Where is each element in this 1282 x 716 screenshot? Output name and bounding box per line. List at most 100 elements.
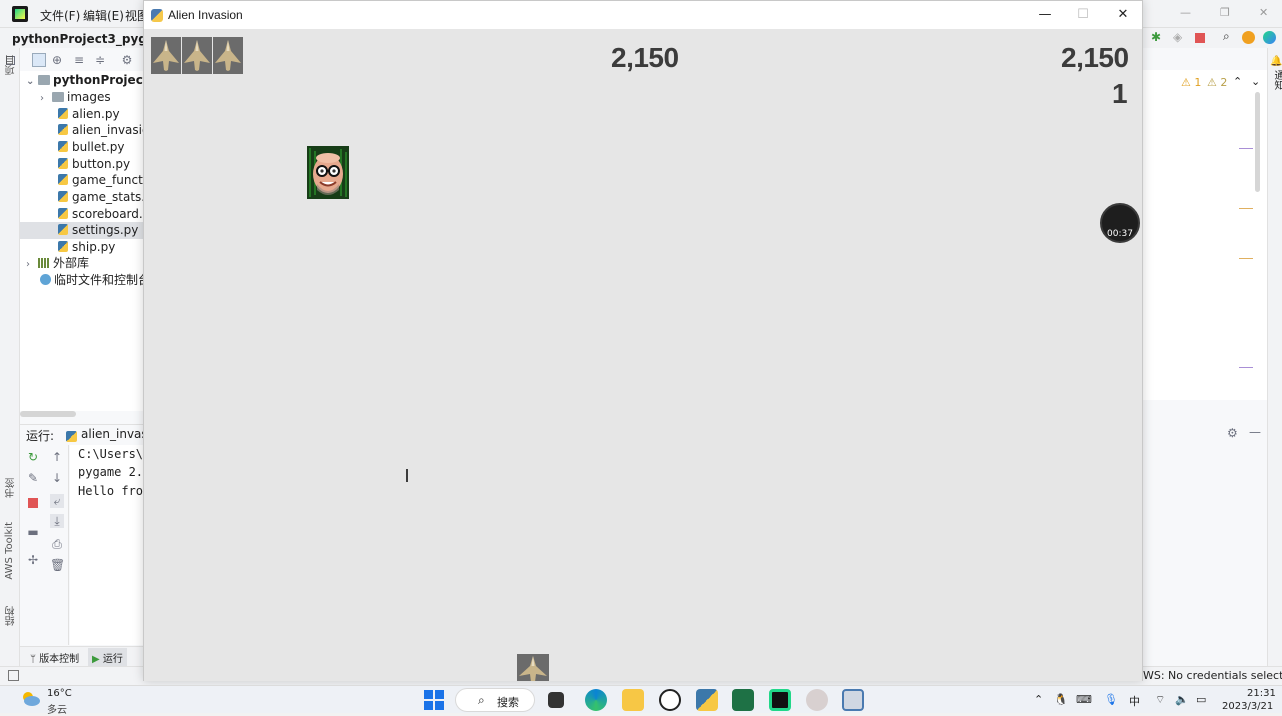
task-view-icon[interactable] — [548, 692, 564, 708]
select-opened-icon[interactable] — [32, 53, 46, 67]
hide-panel-icon[interactable]: — — [1249, 425, 1261, 439]
prev-highlight-icon[interactable]: ⌃ — [1233, 75, 1242, 88]
wifi-icon[interactable]: ⌔ — [1155, 693, 1165, 707]
arrow-down-icon[interactable]: ↓ — [50, 471, 64, 485]
pin-icon[interactable]: ✢ — [26, 553, 40, 567]
ide-close-icon[interactable]: ✕ — [1259, 6, 1268, 19]
battery-icon[interactable]: ▭ — [1196, 693, 1206, 706]
tree-item-game-functions-py[interactable]: game_function — [20, 172, 144, 189]
folder-icon — [52, 92, 64, 102]
tree-item-game-stats-py[interactable]: game_stats.py — [20, 189, 144, 206]
tree-item-ship-py[interactable]: ship.py — [20, 239, 144, 256]
update-icon[interactable] — [1242, 31, 1255, 44]
input-method-indicator[interactable]: 中 — [1129, 693, 1140, 709]
next-highlight-icon[interactable]: ⌄ — [1251, 75, 1260, 88]
windows-start-icon[interactable] — [423, 689, 445, 711]
excel-icon[interactable] — [732, 689, 754, 711]
qq-icon[interactable]: 🐧 — [1054, 693, 1068, 706]
warnings-indicator[interactable]: ⚠ 1 — [1181, 76, 1201, 89]
pycharm-taskbar-icon[interactable] — [769, 689, 791, 711]
tree-item-bullet-py[interactable]: bullet.py — [20, 139, 144, 156]
clock-time[interactable]: 21:31 — [1247, 688, 1276, 699]
tool-label-notifications[interactable]: 通知 — [1270, 70, 1282, 90]
tree-item-external-libs[interactable]: › 外部库 — [20, 255, 144, 272]
tree-item-button-py[interactable]: button.py — [20, 156, 144, 173]
edge-browser-icon[interactable] — [585, 689, 607, 711]
python-app-icon[interactable] — [696, 689, 718, 711]
rerun-icon[interactable]: ↻ — [26, 450, 40, 464]
tool-label-project[interactable]: 项目 — [4, 55, 19, 75]
editor-scrollbar[interactable] — [1255, 92, 1260, 192]
plugin-icon[interactable] — [1263, 31, 1276, 44]
locate-icon[interactable]: ⊕ — [50, 53, 64, 67]
run-toolbar-secondary: ↑ ↓ ⤶ ⤓ ⎙ 🗑 — [45, 445, 69, 645]
tree-item-scoreboard-py[interactable]: scoreboard.py — [20, 206, 144, 223]
trash-icon[interactable]: 🗑 — [50, 558, 65, 572]
game-minimize-button[interactable]: — — [1035, 6, 1055, 24]
high-score: 2,150 — [1061, 42, 1129, 73]
error-stripe-mark[interactable] — [1239, 258, 1253, 259]
weather-cloud-icon[interactable] — [20, 690, 40, 706]
tool-label-aws[interactable]: AWS Toolkit — [4, 522, 15, 580]
menu-file[interactable]: 文件(F) — [40, 7, 80, 24]
aws-credentials-status[interactable]: WS: No credentials selected — [1143, 666, 1282, 685]
toggle-tool-windows-icon[interactable] — [8, 670, 19, 681]
stop-icon[interactable] — [28, 498, 38, 508]
weather-temperature[interactable]: 16°C — [47, 688, 72, 699]
keyboard-icon[interactable]: ⌨ — [1076, 693, 1092, 706]
tree-scrollbar[interactable] — [20, 411, 76, 417]
tool-label-structure[interactable]: 结构 — [4, 606, 19, 626]
scratch-icon — [40, 274, 51, 285]
game-app-icon[interactable] — [806, 689, 828, 711]
expand-all-icon[interactable]: ≡ — [72, 53, 86, 67]
microphone-icon[interactable]: 🎙 — [1104, 693, 1118, 706]
ide-minimize-icon[interactable]: — — [1180, 6, 1191, 19]
tab-run[interactable]: ▶ 运行 — [88, 648, 127, 667]
soft-wrap-icon[interactable]: ⤶ — [50, 494, 64, 508]
run-settings-gear-icon[interactable]: ⚙ — [1227, 426, 1238, 440]
taskbar-search[interactable]: ⌕ — [455, 688, 535, 712]
stop-run-icon[interactable] — [1195, 33, 1205, 43]
menu-edit[interactable]: 编辑(E) — [83, 7, 124, 24]
arrow-up-icon[interactable]: ↑ — [50, 450, 64, 464]
tree-item-settings-py[interactable]: settings.py — [20, 222, 144, 239]
tray-overflow-icon[interactable]: ⌃ — [1034, 693, 1043, 706]
weak-warnings-indicator[interactable]: ⚠ 2 — [1207, 76, 1227, 89]
collapse-all-icon[interactable]: ≑ — [93, 53, 107, 67]
error-stripe-mark[interactable] — [1239, 148, 1253, 149]
life-ship-icon — [182, 37, 212, 74]
tree-root[interactable]: ⌄ pythonProject3_p — [20, 72, 144, 89]
tree-item-alien-invasion-py[interactable]: alien_invasion. — [20, 122, 144, 139]
tree-item-alien-py[interactable]: alien.py — [20, 106, 144, 123]
game-titlebar[interactable]: Alien Invasion — ☐ ✕ — [144, 1, 1142, 29]
scroll-to-end-icon[interactable]: ⤓ — [50, 514, 64, 528]
pygame-taskbar-icon[interactable] — [842, 689, 864, 711]
game-close-button[interactable]: ✕ — [1113, 6, 1133, 24]
weather-description[interactable]: 多云 — [47, 701, 67, 716]
editor-area[interactable]: ⚠ 1 ⚠ 2 ⌃ ⌄ — [1143, 70, 1267, 400]
layout-icon[interactable]: ▬ — [26, 525, 40, 539]
tool-label-bookmarks[interactable]: 书签 — [4, 478, 19, 498]
search-everywhere-icon[interactable]: ⌕ — [1223, 29, 1230, 44]
debug-icon[interactable]: ✱ — [1151, 30, 1161, 44]
game-canvas[interactable]: 2,150 2,150 1 — [144, 29, 1142, 681]
clock-date[interactable]: 2023/3/21 — [1222, 701, 1273, 712]
wrench-icon[interactable]: ✎ — [26, 471, 40, 485]
print-icon[interactable]: ⎙ — [50, 537, 64, 551]
tab-version-control[interactable]: ᛘ 版本控制 — [30, 650, 79, 665]
ide-maximize-icon[interactable]: ❐ — [1220, 6, 1230, 19]
volume-icon[interactable]: 🔈 — [1175, 693, 1189, 706]
run-console[interactable]: C:\Users\5 pygame 2.1 Hello from — [70, 445, 144, 645]
project-title[interactable]: pythonProject3_pygame学 — [12, 30, 144, 47]
dell-icon[interactable] — [659, 689, 681, 711]
coverage-icon[interactable]: ◈ — [1173, 30, 1182, 44]
error-stripe-mark[interactable] — [1239, 367, 1253, 368]
recording-timer[interactable]: 00:37 — [1100, 203, 1140, 243]
error-stripe-mark[interactable] — [1239, 208, 1253, 209]
notifications-bell-icon[interactable]: 🔔 — [1270, 56, 1282, 67]
tree-item-scratches[interactable]: 临时文件和控制台 — [20, 272, 144, 289]
file-explorer-icon[interactable] — [622, 689, 644, 711]
settings-gear-icon[interactable]: ⚙ — [120, 53, 134, 67]
tree-item-images[interactable]: › images — [20, 89, 144, 106]
menu-view[interactable]: 视图 — [125, 7, 143, 24]
